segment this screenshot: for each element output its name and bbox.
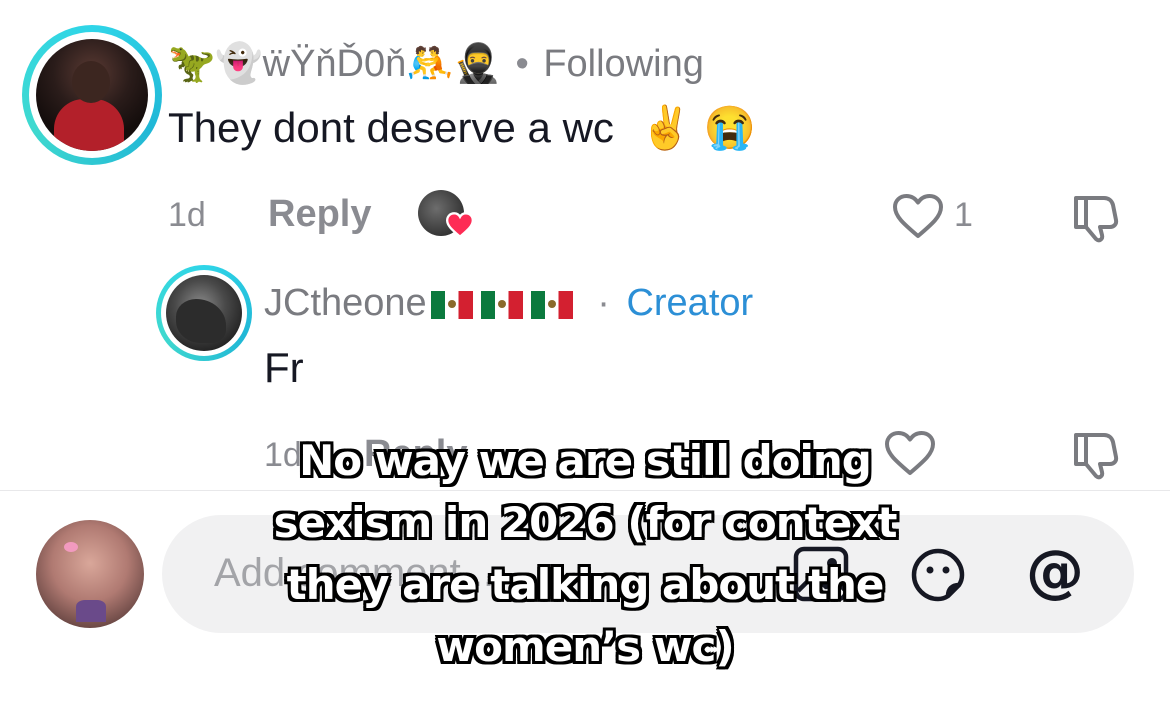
separator-dot: •: [515, 43, 529, 85]
heart-badge-icon: [446, 212, 474, 238]
reply-username[interactable]: JCtheone: [264, 282, 427, 324]
reply-button[interactable]: Reply: [268, 193, 371, 236]
my-avatar[interactable]: [36, 520, 144, 628]
mexico-flag-icon: [430, 290, 473, 319]
reply-text: Fr: [264, 344, 304, 391]
comment-emoji: ✌️ 😭: [639, 104, 756, 151]
creator-liked-badge: [418, 190, 474, 240]
video-caption-overlay: No way we are still doing sexism in 2026…: [273, 436, 898, 671]
commenter-avatar[interactable]: [22, 25, 162, 165]
like-count: 1: [954, 196, 973, 234]
creator-badge: Creator: [626, 282, 754, 324]
creator-avatar[interactable]: [156, 265, 252, 361]
avatar-photo: [36, 39, 148, 151]
commenter-username[interactable]: 🦖👻ẅŸňĎ0ň🤼🥷: [168, 43, 501, 85]
mexico-flag-icon: [480, 290, 523, 319]
dislike-icon[interactable]: [1068, 429, 1124, 481]
following-label: Following: [543, 43, 704, 85]
comment-age: 1d: [168, 196, 206, 234]
mexico-flag-icon: [530, 290, 573, 319]
emoji-icon[interactable]: [908, 545, 968, 605]
mention-icon[interactable]: @: [1026, 537, 1084, 605]
dislike-icon[interactable]: [1068, 192, 1124, 244]
like-heart-icon[interactable]: [892, 193, 944, 239]
avatar-photo: [166, 275, 242, 351]
comment-text: They dont deserve a wc: [168, 104, 614, 151]
separator-dot: ·: [597, 282, 610, 324]
